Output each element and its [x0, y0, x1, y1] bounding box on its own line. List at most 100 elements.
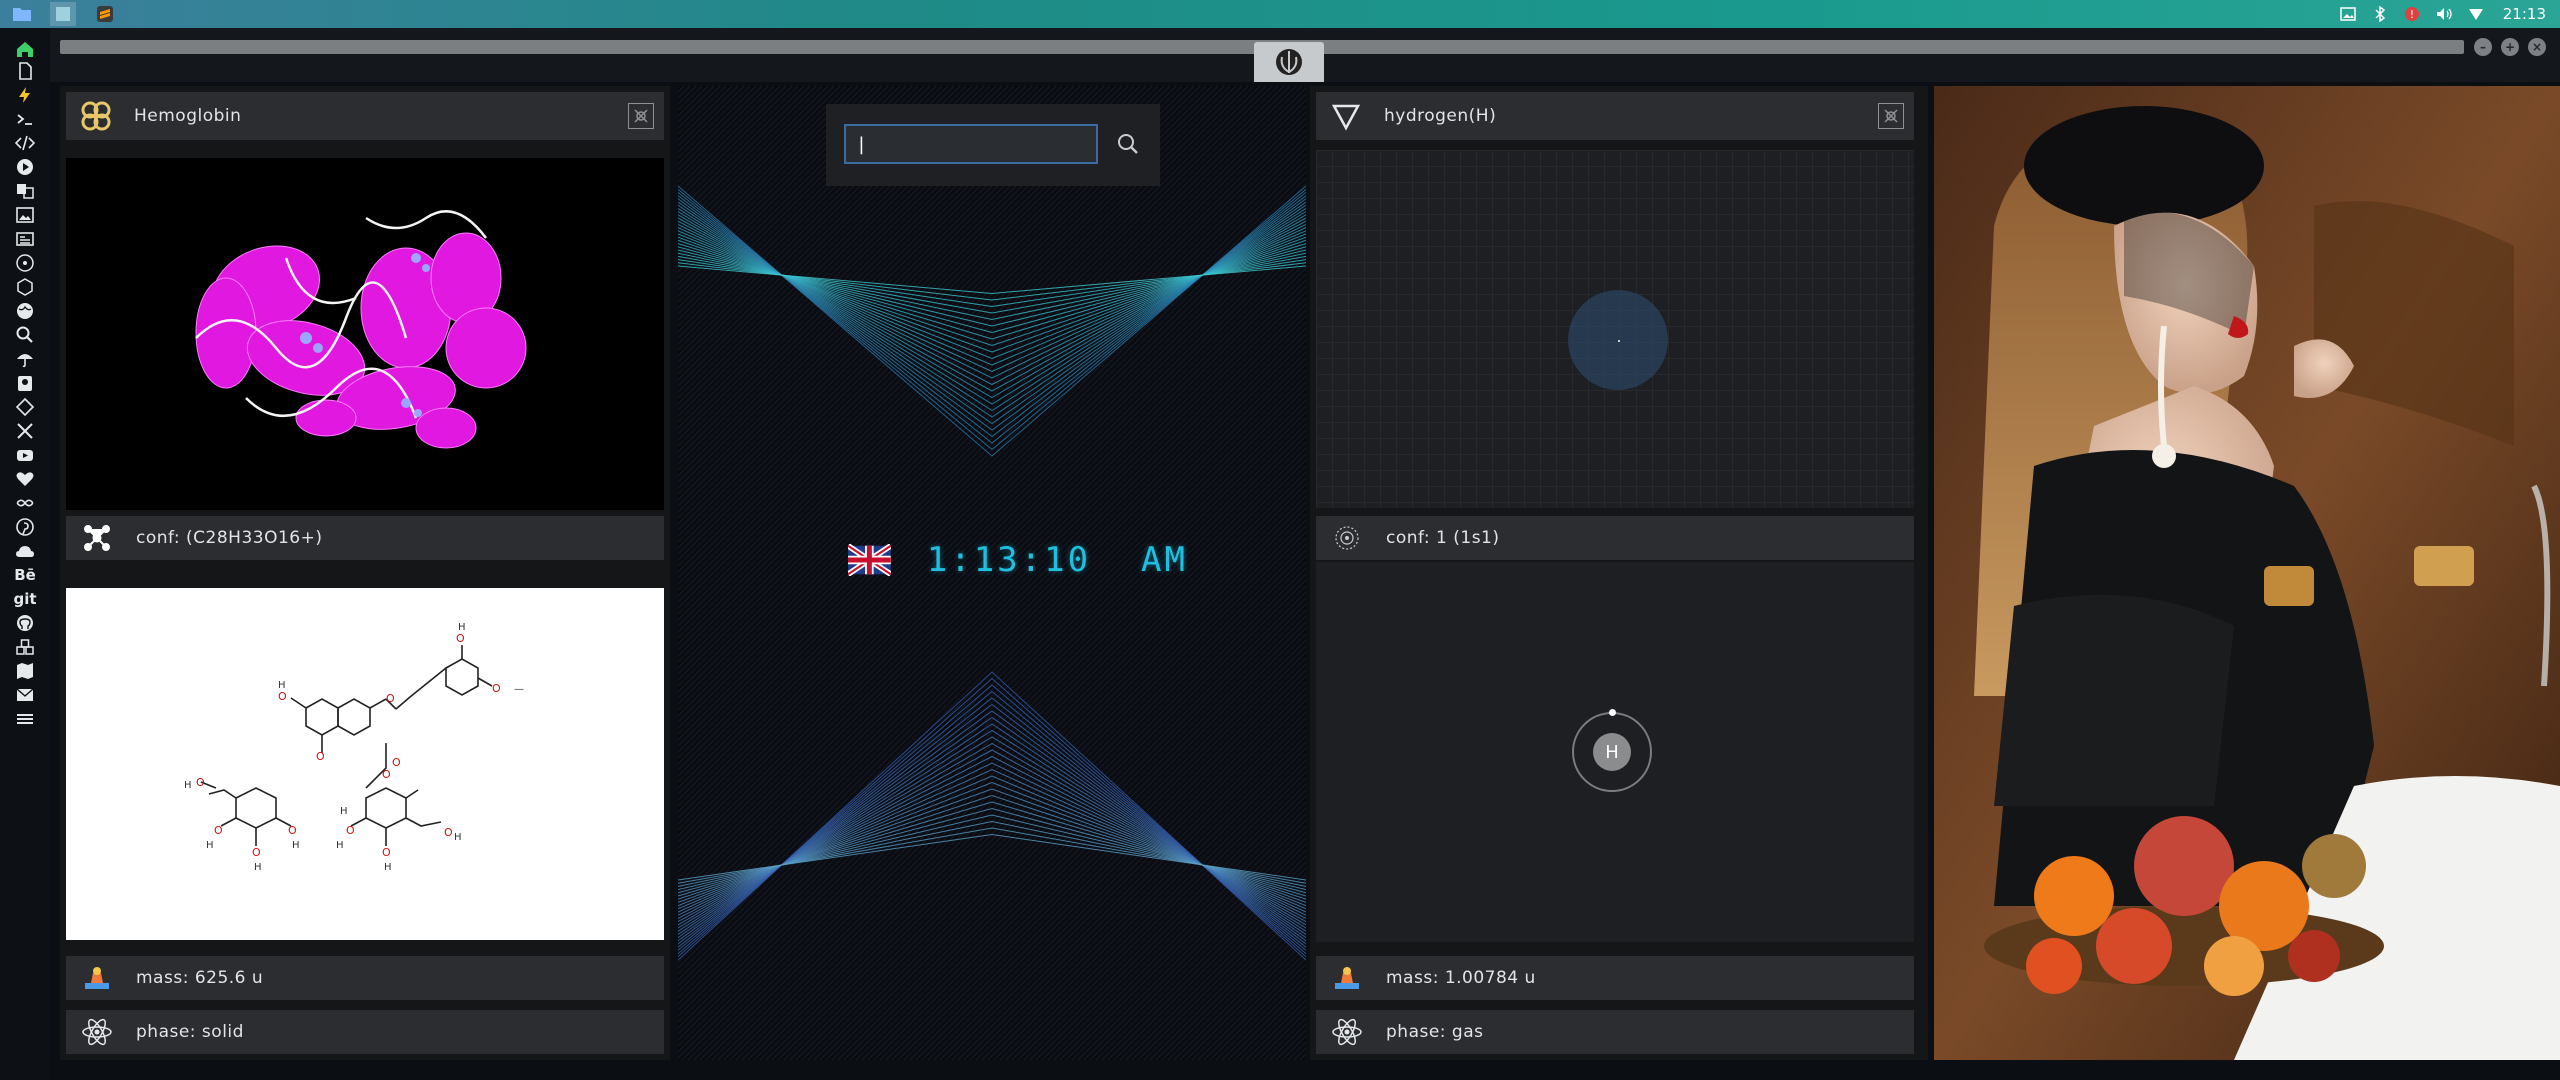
- document-icon[interactable]: [12, 58, 38, 84]
- search-button[interactable]: [1112, 128, 1144, 160]
- lightning-icon[interactable]: [12, 82, 38, 108]
- sublime-app-icon[interactable]: [92, 2, 118, 26]
- compound-header: Hemoglobin: [66, 92, 664, 140]
- conf-label: conf: (C28H33O16+): [136, 528, 323, 548]
- celtic-knot-icon: [76, 96, 116, 136]
- svg-text:O: O: [492, 682, 501, 695]
- mass-row: mass: 625.6 u: [66, 956, 664, 1000]
- clock-ampm: AM: [1141, 540, 1188, 580]
- terminal-icon[interactable]: [12, 106, 38, 132]
- electron-dot: [1609, 709, 1616, 716]
- heart-icon[interactable]: [12, 466, 38, 492]
- svg-text:O: O: [346, 824, 355, 837]
- svg-text:H: H: [184, 780, 192, 791]
- search-icon[interactable]: [12, 322, 38, 348]
- window-titlebar: – + ×: [50, 28, 2560, 82]
- orbital-icon: [1330, 521, 1364, 555]
- rebel-emblem-icon: [1254, 42, 1324, 82]
- clock-time: 1:13:10: [926, 540, 1092, 580]
- orbital-visualization: [1316, 150, 1914, 508]
- nucleus-dot: [1618, 340, 1620, 342]
- svg-text:H: H: [336, 840, 344, 851]
- active-window-icon[interactable]: [50, 2, 76, 26]
- svg-text:O: O: [196, 776, 205, 789]
- svg-text:H: H: [454, 832, 462, 843]
- electron-shell: H: [1572, 709, 1652, 792]
- svg-text:O: O: [278, 690, 287, 703]
- svg-text:O: O: [382, 846, 391, 859]
- close-button[interactable]: ×: [2528, 38, 2546, 56]
- wifi-icon[interactable]: [2467, 5, 2485, 23]
- clock-panel: 1:13:10 AM: [678, 86, 1306, 1060]
- volume-icon[interactable]: [2435, 5, 2453, 23]
- svg-text:H: H: [278, 680, 286, 691]
- bohr-model: H: [1316, 562, 1914, 942]
- shield-alert-icon[interactable]: !: [2403, 5, 2421, 23]
- element-panel: hydrogen(H) conf: 1 (1s1) H mass: 1.0078…: [1310, 86, 1928, 1060]
- maximize-button[interactable]: +: [2501, 38, 2519, 56]
- panel-close-button[interactable]: [1878, 103, 1904, 129]
- svg-text:H: H: [206, 840, 214, 851]
- git-icon[interactable]: git: [12, 586, 38, 612]
- app-dock: Bē git: [0, 28, 50, 1080]
- phase-label: phase: gas: [1386, 1022, 1484, 1042]
- digital-clock: 1:13:10 AM: [848, 536, 1188, 584]
- infinity-icon[interactable]: [12, 490, 38, 516]
- badge-icon[interactable]: [12, 370, 38, 396]
- code-icon[interactable]: [12, 130, 38, 156]
- image-icon[interactable]: [12, 202, 38, 228]
- play-icon[interactable]: [12, 154, 38, 180]
- hexagon-icon[interactable]: [12, 274, 38, 300]
- system-tray: ! 21:13: [2339, 0, 2546, 28]
- minimize-button[interactable]: –: [2474, 38, 2492, 56]
- atom-icon[interactable]: [12, 250, 38, 276]
- conf-label: conf: 1 (1s1): [1386, 528, 1500, 548]
- expand-icon[interactable]: [12, 418, 38, 444]
- conf-row: conf: 1 (1s1): [1316, 516, 1914, 560]
- svg-text:O: O: [382, 768, 391, 781]
- search-icon: [1118, 134, 1138, 154]
- atom-icon: [80, 1015, 114, 1049]
- uk-flag-icon[interactable]: [848, 544, 891, 576]
- svg-text:O: O: [214, 824, 223, 837]
- github-icon[interactable]: [12, 610, 38, 636]
- svg-text:!: !: [2410, 8, 2414, 21]
- search-box: [826, 104, 1160, 186]
- news-icon[interactable]: [12, 226, 38, 252]
- molecule-icon: [80, 521, 114, 555]
- umbrella-icon[interactable]: [12, 346, 38, 372]
- cubes-icon[interactable]: [12, 634, 38, 660]
- image-icon[interactable]: [2339, 5, 2357, 23]
- element-symbol: H: [1593, 733, 1631, 771]
- svg-text:O: O: [316, 750, 325, 763]
- behance-icon[interactable]: Bē: [12, 562, 38, 588]
- pinterest-icon[interactable]: [12, 514, 38, 540]
- system-topbar: ! 21:13: [0, 0, 2560, 28]
- globe-icon[interactable]: [12, 298, 38, 324]
- phase-label: phase: solid: [136, 1022, 244, 1042]
- system-clock[interactable]: 21:13: [2503, 5, 2546, 23]
- orbital-cloud: [1568, 290, 1668, 390]
- element-header: hydrogen(H): [1316, 92, 1914, 140]
- svg-text:H: H: [254, 862, 262, 873]
- wallpaper-photo: [1934, 86, 2560, 1060]
- scale-icon: [1330, 961, 1364, 995]
- svg-text:H: H: [384, 862, 392, 873]
- map-icon[interactable]: [12, 658, 38, 684]
- atom-icon: [1330, 1015, 1364, 1049]
- youtube-icon[interactable]: [12, 442, 38, 468]
- search-input[interactable]: [844, 124, 1098, 164]
- mail-icon[interactable]: [12, 682, 38, 708]
- translate-icon[interactable]: [12, 178, 38, 204]
- phase-row: phase: solid: [66, 1010, 664, 1054]
- conf-row: conf: (C28H33O16+): [66, 516, 664, 560]
- mass-label: mass: 625.6 u: [136, 968, 264, 988]
- bluetooth-icon[interactable]: [2371, 5, 2389, 23]
- panel-close-button[interactable]: [628, 103, 654, 129]
- files-app-icon[interactable]: [9, 2, 35, 26]
- diamond-icon[interactable]: [12, 394, 38, 420]
- cloud-icon[interactable]: [12, 538, 38, 564]
- close-icon: [634, 109, 648, 123]
- layers-icon[interactable]: [12, 706, 38, 732]
- svg-text:O: O: [386, 692, 395, 705]
